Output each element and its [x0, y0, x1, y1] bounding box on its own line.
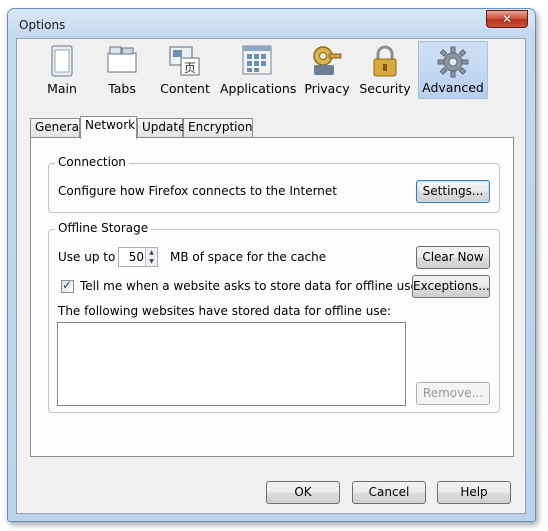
spin-down-icon[interactable]: ▼	[145, 257, 157, 266]
toolbar-security[interactable]: Security	[358, 41, 412, 99]
spin-up-icon[interactable]: ▲	[145, 248, 157, 257]
tab-label: General	[35, 120, 83, 134]
tab-update[interactable]: Update	[137, 118, 186, 137]
applications-icon	[242, 45, 272, 75]
clear-now-button[interactable]: Clear Now	[416, 246, 490, 269]
stored-sites-label: The following websites have stored data …	[58, 304, 392, 318]
close-icon: ✕	[501, 12, 513, 26]
checkmark-icon: ✓	[62, 278, 73, 292]
tabs-icon	[107, 46, 137, 73]
tab-label: Encryption	[188, 120, 253, 134]
privacy-icon	[313, 46, 342, 75]
tab-encryption[interactable]: Encryption	[183, 118, 253, 137]
toolbar-label: Advanced	[422, 80, 484, 95]
exceptions-button-label: Exceptions...	[413, 279, 490, 293]
remove-button[interactable]: Remove...	[416, 382, 490, 405]
help-button[interactable]: Help	[437, 481, 511, 504]
offline-notify-checkbox[interactable]: ✓	[61, 278, 74, 293]
ok-button[interactable]: OK	[266, 481, 340, 504]
offline-storage-group: Offline Storage Use up to 50 ▲ ▼ MB of s…	[48, 221, 500, 413]
tab-network[interactable]: Network	[80, 116, 137, 139]
ok-button-label: OK	[294, 485, 312, 499]
connection-group-title: Connection	[55, 155, 129, 169]
clear-now-button-label: Clear Now	[422, 250, 484, 264]
offline-notify-label[interactable]: Tell me when a website asks to store dat…	[80, 279, 418, 293]
offline-sites-list[interactable]	[57, 322, 406, 406]
connection-group: Connection Configure how Firefox connect…	[48, 155, 500, 213]
exceptions-button[interactable]: Exceptions...	[412, 275, 490, 298]
toolbar-label: Security	[359, 81, 411, 96]
tab-label: Network	[85, 118, 136, 132]
settings-button[interactable]: Settings...	[416, 180, 490, 203]
toolbar-label: Tabs	[108, 81, 136, 96]
title-bar[interactable]: Options ✕	[8, 9, 535, 39]
cache-size-stepper[interactable]: 50 ▲ ▼	[118, 247, 158, 267]
security-icon	[373, 45, 397, 77]
cache-size-suffix: MB of space for the cache	[170, 250, 327, 264]
offline-storage-group-title: Offline Storage	[55, 221, 152, 235]
cache-size-value: 50	[128, 250, 144, 264]
tab-general[interactable]: General	[30, 118, 83, 137]
cancel-button[interactable]: Cancel	[352, 481, 426, 504]
help-button-label: Help	[460, 485, 488, 499]
toolbar-privacy[interactable]: Privacy	[302, 41, 352, 99]
toolbar-label: Content	[160, 81, 210, 96]
tab-label: Update	[142, 120, 186, 134]
toolbar-label: Privacy	[304, 81, 350, 96]
options-window: Options ✕ Main Tabs 页 Content Applicatio…	[7, 8, 536, 522]
dialog-body: Main Tabs 页 Content Applications Privacy…	[16, 38, 526, 514]
network-panel: Connection Configure how Firefox connect…	[30, 137, 514, 457]
toolbar-label: Main	[47, 81, 77, 96]
window-title: Options	[19, 18, 66, 32]
toolbar-label: Applications	[220, 81, 297, 96]
toolbar-tabs[interactable]: Tabs	[95, 41, 149, 99]
svg-text:页: 页	[184, 61, 196, 75]
close-button[interactable]: ✕	[486, 10, 528, 28]
settings-button-label: Settings...	[422, 184, 484, 198]
connection-description: Configure how Firefox connects to the In…	[58, 184, 337, 198]
advanced-icon	[437, 46, 469, 78]
toolbar-main[interactable]: Main	[39, 41, 85, 99]
use-up-to-label: Use up to	[58, 250, 116, 264]
content-icon: 页	[169, 46, 200, 76]
remove-button-label: Remove...	[422, 386, 484, 400]
main-icon	[51, 45, 73, 77]
toolbar-applications[interactable]: Applications	[220, 41, 297, 99]
toolbar-advanced[interactable]: Advanced	[418, 41, 488, 99]
toolbar-content[interactable]: 页 Content	[154, 41, 216, 99]
category-toolbar: Main Tabs 页 Content Applications Privacy…	[17, 39, 525, 101]
cancel-button-label: Cancel	[368, 485, 410, 499]
